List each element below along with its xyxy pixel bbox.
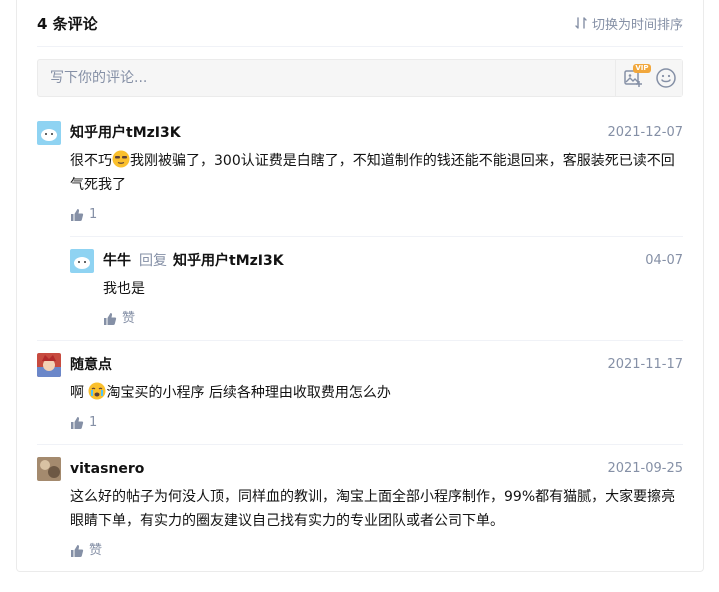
smirk-emoji-icon [112, 150, 130, 168]
emoji-button[interactable] [654, 66, 678, 90]
comment-item: 知乎用户tMzI3K 2021-12-07 很不巧 我刚被骗了，300认证费是白瞎… [37, 121, 683, 233]
like-count: 1 [89, 207, 98, 222]
thumbs-up-icon [71, 209, 84, 221]
reply-date: 04-07 [645, 253, 683, 268]
divider [37, 340, 683, 341]
vip-image-button[interactable]: VIP [621, 64, 651, 90]
comment-text: 很不巧 我刚被骗了，300认证费是白瞎了，不知道制作的钱还能不能退回来，客服装死已… [70, 149, 683, 197]
reply-text: 我也是 [103, 281, 145, 297]
comment-text-part: 啊 [70, 385, 89, 401]
comments-card: 4 条评论 切换为时间排序 VIP 知乎用户tMzI3K 2021-12-07 … [16, 0, 704, 572]
thumbs-up-icon [71, 417, 84, 429]
comment-input[interactable] [38, 70, 615, 86]
comment-text: 这么好的帖子为何没人顶，同样血的教训，淘宝上面全部小程序制作，99%都有猫腻，大… [70, 489, 676, 529]
divider [37, 444, 683, 445]
sort-toggle-label: 切换为时间排序 [591, 17, 683, 33]
comments-header: 4 条评论 切换为时间排序 [37, 0, 683, 47]
avatar[interactable] [70, 249, 94, 273]
like-label: 赞 [122, 311, 136, 326]
editor-toolbar: VIP [615, 60, 682, 96]
comment-text-part: 很不巧 [70, 153, 112, 169]
comment-author[interactable]: 知乎用户tMzI3K [70, 121, 181, 145]
like-button[interactable]: 赞 [103, 310, 135, 328]
comment-text-part: 淘宝买的小程序 后续各种理由收取费用怎么办 [106, 385, 391, 401]
reply-author-line: 牛牛 回复 知乎用户tMzI3K [103, 249, 284, 273]
comment-item: 随意点 2021-11-17 啊 淘宝买的小程序 后续各种理由收取费用怎么办 1 [37, 353, 683, 437]
thumbs-up-icon [71, 545, 84, 557]
avatar[interactable] [37, 121, 61, 145]
comment-item: vitasnero 2021-09-25 这么好的帖子为何没人顶，同样血的教训，… [37, 457, 683, 565]
like-count: 1 [89, 415, 98, 430]
comment-editor: VIP [37, 59, 683, 97]
like-label: 赞 [89, 543, 103, 558]
like-button[interactable]: 赞 [70, 542, 102, 560]
comment-date: 2021-12-07 [607, 125, 683, 140]
divider [70, 236, 683, 237]
comment-date: 2021-11-17 [607, 357, 683, 372]
like-button[interactable]: 1 [70, 206, 97, 224]
reply-label: 回复 [139, 253, 167, 269]
thumbs-up-icon [104, 313, 117, 325]
comment-text-part: 我刚被骗了，300认证费是白瞎了，不知道制作的钱还能不能退回来，客服装死已读不回… [70, 153, 675, 193]
reply-to-author[interactable]: 知乎用户tMzI3K [173, 253, 284, 269]
avatar[interactable] [37, 457, 61, 481]
avatar[interactable] [37, 353, 61, 377]
comment-text: 啊 淘宝买的小程序 后续各种理由收取费用怎么办 [70, 381, 683, 405]
comment-date: 2021-09-25 [607, 461, 683, 476]
smiley-icon [655, 68, 676, 88]
like-button[interactable]: 1 [70, 414, 97, 432]
reply-author[interactable]: 牛牛 [103, 253, 131, 269]
reply-item: 牛牛 回复 知乎用户tMzI3K 04-07 我也是 赞 [70, 249, 683, 333]
vip-badge: VIP [633, 64, 651, 73]
sort-toggle-button[interactable]: 切换为时间排序 [574, 14, 683, 33]
comment-author[interactable]: vitasnero [70, 457, 144, 481]
comment-author[interactable]: 随意点 [70, 353, 112, 377]
comment-count: 4 条评论 [37, 14, 98, 33]
sort-icon [575, 17, 587, 29]
crying-emoji-icon [88, 382, 106, 400]
